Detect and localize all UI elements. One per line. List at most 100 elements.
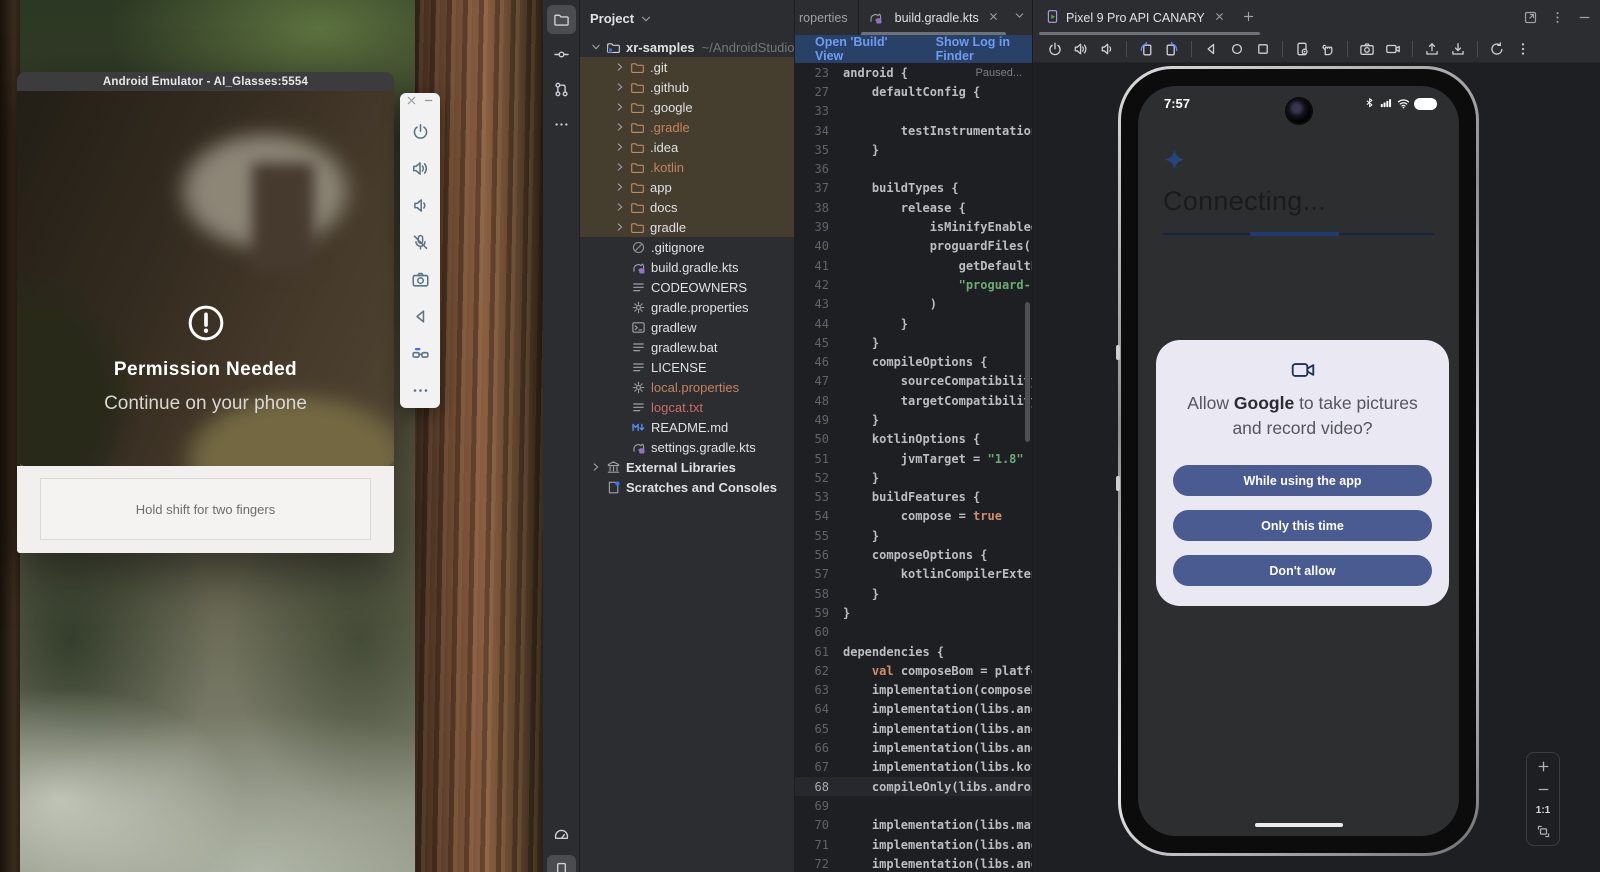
fit-icon[interactable]: [1536, 824, 1551, 839]
tree-item[interactable]: settings.gradle.kts: [580, 437, 794, 457]
chevron-right-icon[interactable]: [612, 120, 628, 134]
power-icon[interactable]: [1043, 37, 1067, 61]
reset-icon[interactable]: [1485, 37, 1509, 61]
device-settings-icon[interactable]: [1290, 37, 1314, 61]
more-vertical-icon[interactable]: [1511, 37, 1535, 61]
tree-item[interactable]: .gradle: [580, 117, 794, 137]
running-devices-icon[interactable]: [547, 855, 576, 872]
volume-up-icon[interactable]: [406, 151, 434, 186]
back-icon[interactable]: [1199, 37, 1223, 61]
chevron-right-icon[interactable]: [612, 220, 628, 234]
tree-item[interactable]: LICENSE: [580, 357, 794, 377]
phone-screen[interactable]: 7:57 Connecting...: [1138, 86, 1459, 836]
tree-item[interactable]: build.gradle.kts: [580, 257, 794, 277]
code-text: implementation(libs.andr: [843, 741, 1032, 755]
dont-allow-button[interactable]: Don't allow: [1173, 555, 1432, 586]
tree-item[interactable]: app: [580, 177, 794, 197]
volume-down-icon[interactable]: [406, 188, 434, 223]
tree-item[interactable]: .gitignore: [580, 237, 794, 257]
pull-requests-icon[interactable]: [547, 75, 576, 104]
open-in-new-icon[interactable]: [1523, 10, 1538, 25]
close-icon[interactable]: [405, 94, 418, 107]
tab-build-gradle-kts[interactable]: build.gradle.kts: [859, 0, 1008, 35]
project-panel-title[interactable]: Project: [590, 11, 634, 26]
volume-down-icon[interactable]: [1095, 37, 1119, 61]
show-log-in-finder-link[interactable]: Show Log in Finder: [936, 35, 1032, 63]
profiler-icon[interactable]: [547, 820, 576, 849]
tree-item[interactable]: gradle: [580, 217, 794, 237]
overview-icon[interactable]: [1251, 37, 1275, 61]
more-vertical-icon[interactable]: [1550, 10, 1565, 25]
tree-item[interactable]: docs: [580, 197, 794, 217]
emulator-screen[interactable]: Permission Needed Continue on your phone: [17, 91, 394, 466]
tree-item-root[interactable]: xr-samples~/AndroidStudioProje: [580, 37, 794, 57]
code-text: jvmTarget = "1.8": [843, 452, 1024, 466]
screen-record-icon[interactable]: [1381, 37, 1405, 61]
while-using-app-button[interactable]: While using the app: [1173, 465, 1432, 496]
library-icon: [604, 460, 622, 475]
upload-icon[interactable]: [1420, 37, 1444, 61]
chevron-right-icon[interactable]: [612, 200, 628, 214]
more-icon[interactable]: [406, 373, 434, 408]
close-tab-icon[interactable]: [1213, 10, 1226, 26]
tree-item[interactable]: .github: [580, 77, 794, 97]
tree-item[interactable]: .idea: [580, 137, 794, 157]
tree-item[interactable]: gradle.properties: [580, 297, 794, 317]
download-icon[interactable]: [1446, 37, 1470, 61]
add-device-tab-icon[interactable]: [1242, 10, 1255, 26]
power-icon[interactable]: [406, 114, 434, 149]
zoom-out-icon[interactable]: [1536, 782, 1551, 797]
code-text: }: [843, 587, 879, 601]
tree-item[interactable]: External Libraries: [580, 457, 794, 477]
line-number: 57: [795, 567, 843, 581]
home-indicator[interactable]: [1255, 823, 1343, 827]
tab-list-chevron-icon[interactable]: [1013, 9, 1026, 27]
chevron-right-icon[interactable]: [612, 100, 628, 114]
tab-pixel-9-pro[interactable]: Pixel 9 Pro API CANARY: [1045, 0, 1230, 35]
more-icon[interactable]: [547, 110, 576, 139]
tree-item[interactable]: CODEOWNERS: [580, 277, 794, 297]
tree-item[interactable]: README.md: [580, 417, 794, 437]
camera-icon[interactable]: [406, 262, 434, 297]
close-tab-icon[interactable]: [987, 10, 1000, 26]
home-icon[interactable]: [1225, 37, 1249, 61]
tree-item[interactable]: .kotlin: [580, 157, 794, 177]
hide-icon[interactable]: [1577, 10, 1592, 25]
virtual-sensors-icon[interactable]: [1316, 37, 1340, 61]
line-number: 48: [795, 394, 843, 408]
chevron-right-icon[interactable]: [612, 80, 628, 94]
back-icon[interactable]: [406, 299, 434, 334]
tree-item[interactable]: gradlew.bat: [580, 337, 794, 357]
tree-item-label: Scratches and Consoles: [626, 480, 777, 495]
glasses-icon[interactable]: [406, 336, 434, 371]
project-folder-icon[interactable]: [547, 5, 576, 34]
chevron-right-icon[interactable]: [612, 180, 628, 194]
zoom-ratio-label[interactable]: 1:1: [1536, 805, 1550, 816]
volume-up-icon[interactable]: [1069, 37, 1093, 61]
tree-item[interactable]: Scratches and Consoles: [580, 477, 794, 497]
code-line: 27 defaultConfig {: [795, 82, 1032, 101]
tree-item[interactable]: logcat.txt: [580, 397, 794, 417]
chevron-right-icon[interactable]: [588, 460, 604, 474]
rotate-right-icon[interactable]: [1160, 37, 1184, 61]
zoom-in-icon[interactable]: [1536, 759, 1551, 774]
line-number: 23: [795, 66, 843, 80]
rotate-left-icon[interactable]: [1134, 37, 1158, 61]
commit-icon[interactable]: [547, 40, 576, 69]
chevron-right-icon[interactable]: [612, 60, 628, 74]
open-build-view-link[interactable]: Open 'Build' View: [815, 35, 902, 63]
editor-scrollbar[interactable]: [1025, 302, 1030, 442]
tree-item[interactable]: .google: [580, 97, 794, 117]
chevron-down-icon[interactable]: [588, 40, 604, 54]
mic-off-icon[interactable]: [406, 225, 434, 260]
tab-gradle-properties[interactable]: roperties: [795, 0, 859, 35]
tree-item[interactable]: gradlew: [580, 317, 794, 337]
minimize-icon[interactable]: [422, 94, 435, 107]
screenshot-icon[interactable]: [1355, 37, 1379, 61]
code-editor[interactable]: 23android {Paused...27 defaultConfig {33…: [795, 63, 1032, 872]
tree-item[interactable]: local.properties: [580, 377, 794, 397]
chevron-right-icon[interactable]: [612, 140, 628, 154]
tree-item[interactable]: .git: [580, 57, 794, 77]
only-this-time-button[interactable]: Only this time: [1173, 510, 1432, 541]
chevron-right-icon[interactable]: [612, 160, 628, 174]
